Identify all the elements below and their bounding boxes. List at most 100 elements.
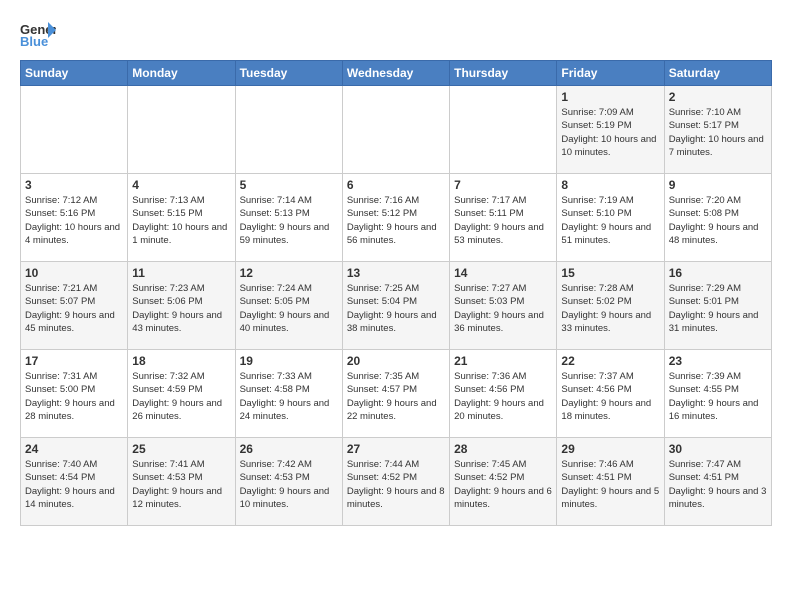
dow-thursday: Thursday [450, 61, 557, 86]
day-info: Sunrise: 7:16 AMSunset: 5:12 PMDaylight:… [347, 194, 445, 247]
week-row-1: 1 Sunrise: 7:09 AMSunset: 5:19 PMDaylight… [21, 86, 772, 174]
calendar-cell: 20 Sunrise: 7:35 AMSunset: 4:57 PMDayligh… [342, 350, 449, 438]
calendar-cell: 24 Sunrise: 7:40 AMSunset: 4:54 PMDayligh… [21, 438, 128, 526]
day-info: Sunrise: 7:36 AMSunset: 4:56 PMDaylight:… [454, 370, 552, 423]
day-number: 11 [132, 266, 230, 280]
day-number: 4 [132, 178, 230, 192]
calendar-cell: 18Sunrise: 7:32 AMSunset: 4:59 PMDayligh… [128, 350, 235, 438]
day-info: Sunrise: 7:42 AMSunset: 4:53 PMDaylight:… [240, 458, 338, 511]
week-row-3: 10 Sunrise: 7:21 AMSunset: 5:07 PMDayligh… [21, 262, 772, 350]
day-info: Sunrise: 7:39 AMSunset: 4:55 PMDaylight:… [669, 370, 767, 423]
day-number: 3 [25, 178, 123, 192]
calendar-cell: 5Sunrise: 7:14 AMSunset: 5:13 PMDaylight… [235, 174, 342, 262]
day-info: Sunrise: 7:27 AMSunset: 5:03 PMDaylight:… [454, 282, 552, 335]
calendar-body: 1 Sunrise: 7:09 AMSunset: 5:19 PMDaylight… [21, 86, 772, 526]
day-number: 10 [25, 266, 123, 280]
logo: General Blue [20, 20, 56, 50]
day-info: Sunrise: 7:35 AMSunset: 4:57 PMDaylight:… [347, 370, 445, 423]
day-info: Sunrise: 7:44 AMSunset: 4:52 PMDaylight:… [347, 458, 445, 511]
day-number: 19 [240, 354, 338, 368]
page-header: General Blue [20, 20, 772, 50]
day-number: 18 [132, 354, 230, 368]
day-number: 6 [347, 178, 445, 192]
calendar-cell [128, 86, 235, 174]
week-row-5: 24 Sunrise: 7:40 AMSunset: 4:54 PMDayligh… [21, 438, 772, 526]
day-number: 26 [240, 442, 338, 456]
day-number: 13 [347, 266, 445, 280]
calendar-table: SundayMondayTuesdayWednesdayThursdayFrid… [20, 60, 772, 526]
day-number: 23 [669, 354, 767, 368]
day-info: Sunrise: 7:19 AMSunset: 5:10 PMDaylight:… [561, 194, 659, 247]
day-info: Sunrise: 7:29 AMSunset: 5:01 PMDaylight:… [669, 282, 767, 335]
week-row-4: 17 Sunrise: 7:31 AMSunset: 5:00 PMDayligh… [21, 350, 772, 438]
calendar-cell: 26 Sunrise: 7:42 AMSunset: 4:53 PMDayligh… [235, 438, 342, 526]
calendar-cell: 23 Sunrise: 7:39 AMSunset: 4:55 PMDayligh… [664, 350, 771, 438]
day-info: Sunrise: 7:46 AMSunset: 4:51 PMDaylight:… [561, 458, 659, 511]
calendar-cell: 12 Sunrise: 7:24 AMSunset: 5:05 PMDayligh… [235, 262, 342, 350]
day-number: 17 [25, 354, 123, 368]
day-info: Sunrise: 7:12 AMSunset: 5:16 PMDaylight:… [25, 194, 123, 247]
day-number: 5 [240, 178, 338, 192]
day-number: 15 [561, 266, 659, 280]
logo-icon: General Blue [20, 20, 56, 50]
calendar-cell: 11Sunrise: 7:23 AMSunset: 5:06 PMDayligh… [128, 262, 235, 350]
calendar-cell [450, 86, 557, 174]
day-number: 22 [561, 354, 659, 368]
dow-sunday: Sunday [21, 61, 128, 86]
calendar-cell: 7Sunrise: 7:17 AMSunset: 5:11 PMDaylight… [450, 174, 557, 262]
calendar-cell: 27 Sunrise: 7:44 AMSunset: 4:52 PMDayligh… [342, 438, 449, 526]
day-info: Sunrise: 7:25 AMSunset: 5:04 PMDaylight:… [347, 282, 445, 335]
day-number: 8 [561, 178, 659, 192]
dow-saturday: Saturday [664, 61, 771, 86]
day-info: Sunrise: 7:17 AMSunset: 5:11 PMDaylight:… [454, 194, 552, 247]
calendar-cell: 29 Sunrise: 7:46 AMSunset: 4:51 PMDayligh… [557, 438, 664, 526]
day-info: Sunrise: 7:21 AMSunset: 5:07 PMDaylight:… [25, 282, 123, 335]
calendar-cell: 10 Sunrise: 7:21 AMSunset: 5:07 PMDayligh… [21, 262, 128, 350]
svg-text:Blue: Blue [20, 34, 48, 49]
day-of-week-header: SundayMondayTuesdayWednesdayThursdayFrid… [21, 61, 772, 86]
calendar-cell: 8 Sunrise: 7:19 AMSunset: 5:10 PMDaylight… [557, 174, 664, 262]
day-info: Sunrise: 7:40 AMSunset: 4:54 PMDaylight:… [25, 458, 123, 511]
calendar-cell: 1 Sunrise: 7:09 AMSunset: 5:19 PMDaylight… [557, 86, 664, 174]
day-number: 21 [454, 354, 552, 368]
calendar-cell: 13 Sunrise: 7:25 AMSunset: 5:04 PMDayligh… [342, 262, 449, 350]
day-number: 20 [347, 354, 445, 368]
calendar-cell: 22 Sunrise: 7:37 AMSunset: 4:56 PMDayligh… [557, 350, 664, 438]
dow-friday: Friday [557, 61, 664, 86]
day-number: 1 [561, 90, 659, 104]
day-number: 16 [669, 266, 767, 280]
day-info: Sunrise: 7:10 AMSunset: 5:17 PMDaylight:… [669, 106, 767, 159]
day-info: Sunrise: 7:41 AMSunset: 4:53 PMDaylight:… [132, 458, 230, 511]
dow-tuesday: Tuesday [235, 61, 342, 86]
calendar-cell: 2 Sunrise: 7:10 AMSunset: 5:17 PMDaylight… [664, 86, 771, 174]
calendar-cell: 6 Sunrise: 7:16 AMSunset: 5:12 PMDaylight… [342, 174, 449, 262]
day-number: 29 [561, 442, 659, 456]
calendar-cell: 30 Sunrise: 7:47 AMSunset: 4:51 PMDayligh… [664, 438, 771, 526]
day-info: Sunrise: 7:13 AMSunset: 5:15 PMDaylight:… [132, 194, 230, 247]
calendar-cell: 21 Sunrise: 7:36 AMSunset: 4:56 PMDayligh… [450, 350, 557, 438]
calendar-cell: 14Sunrise: 7:27 AMSunset: 5:03 PMDayligh… [450, 262, 557, 350]
calendar-cell: 25Sunrise: 7:41 AMSunset: 4:53 PMDayligh… [128, 438, 235, 526]
dow-monday: Monday [128, 61, 235, 86]
day-number: 30 [669, 442, 767, 456]
day-number: 27 [347, 442, 445, 456]
day-number: 9 [669, 178, 767, 192]
day-info: Sunrise: 7:31 AMSunset: 5:00 PMDaylight:… [25, 370, 123, 423]
day-info: Sunrise: 7:45 AMSunset: 4:52 PMDaylight:… [454, 458, 552, 511]
day-number: 2 [669, 90, 767, 104]
calendar-cell: 9 Sunrise: 7:20 AMSunset: 5:08 PMDaylight… [664, 174, 771, 262]
week-row-2: 3 Sunrise: 7:12 AMSunset: 5:16 PMDaylight… [21, 174, 772, 262]
day-info: Sunrise: 7:28 AMSunset: 5:02 PMDaylight:… [561, 282, 659, 335]
calendar-cell: 19Sunrise: 7:33 AMSunset: 4:58 PMDayligh… [235, 350, 342, 438]
day-number: 12 [240, 266, 338, 280]
day-info: Sunrise: 7:24 AMSunset: 5:05 PMDaylight:… [240, 282, 338, 335]
day-info: Sunrise: 7:37 AMSunset: 4:56 PMDaylight:… [561, 370, 659, 423]
calendar-cell: 15 Sunrise: 7:28 AMSunset: 5:02 PMDayligh… [557, 262, 664, 350]
calendar-cell: 3 Sunrise: 7:12 AMSunset: 5:16 PMDaylight… [21, 174, 128, 262]
calendar-cell [235, 86, 342, 174]
dow-wednesday: Wednesday [342, 61, 449, 86]
day-info: Sunrise: 7:47 AMSunset: 4:51 PMDaylight:… [669, 458, 767, 511]
day-number: 24 [25, 442, 123, 456]
day-info: Sunrise: 7:09 AMSunset: 5:19 PMDaylight:… [561, 106, 659, 159]
day-info: Sunrise: 7:20 AMSunset: 5:08 PMDaylight:… [669, 194, 767, 247]
